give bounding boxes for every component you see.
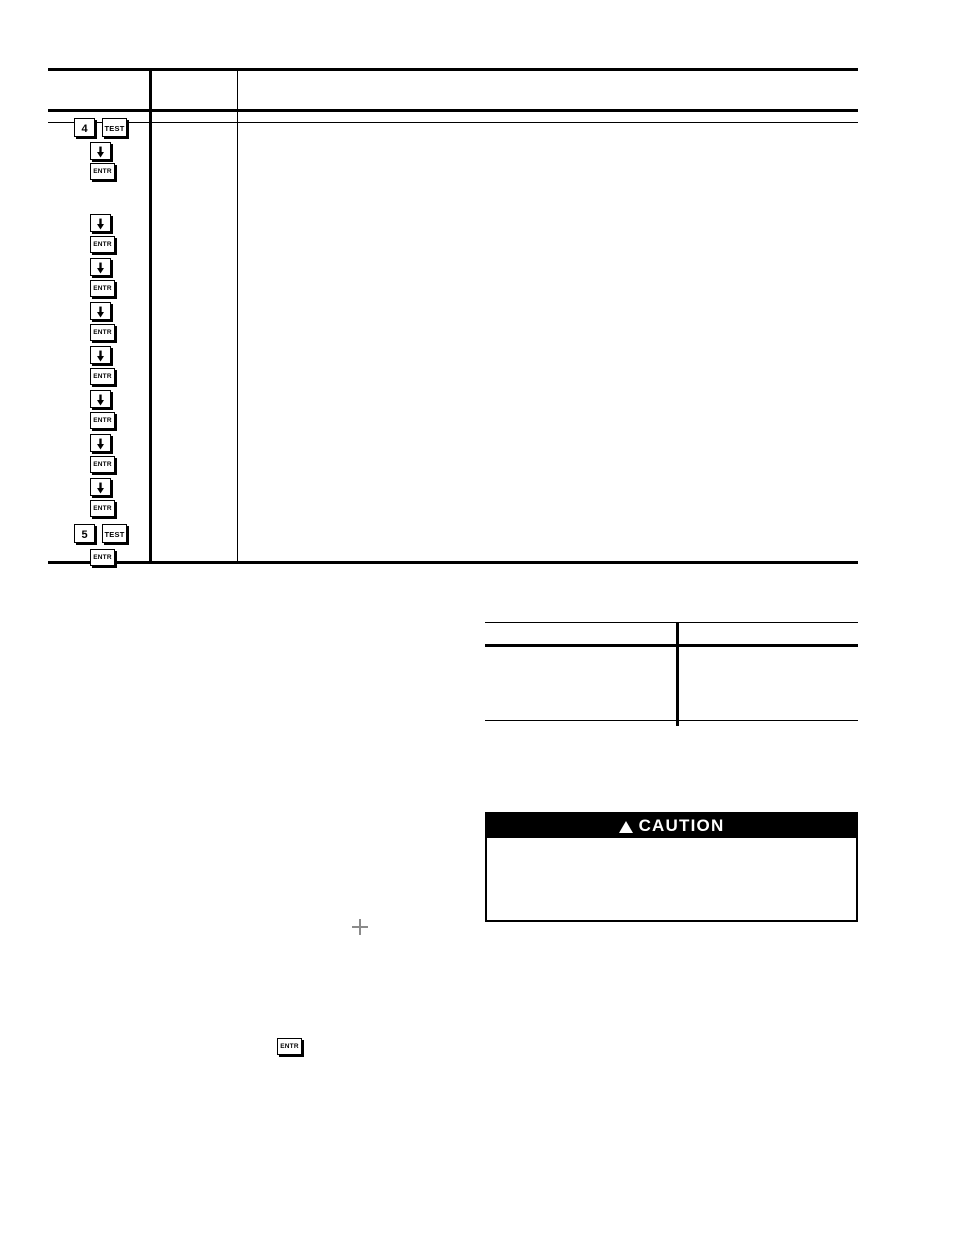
key-down-arrow-icon[interactable]: [90, 142, 111, 160]
keypress-row: ENTR: [68, 280, 178, 302]
keypress-sequence: 4 TEST ENTR ENTR ENTR ENTR ENTR ENTR ENT…: [68, 118, 178, 569]
keypress-row: [68, 142, 178, 163]
spec-table-header-separator: [485, 644, 858, 647]
spec-table-top-border: [485, 622, 858, 623]
keypress-row: ENTR: [68, 236, 178, 258]
spec-table-column-divider: [676, 622, 679, 726]
caution-header: CAUTION: [487, 814, 856, 838]
key-down-arrow-icon[interactable]: [90, 346, 111, 364]
keypress-row: [68, 214, 178, 236]
table-top-border: [48, 68, 858, 71]
key-entr-standalone[interactable]: ENTR: [277, 1038, 302, 1055]
spec-body-cell-col2: [681, 648, 854, 718]
keypress-row: 4 TEST: [68, 118, 178, 142]
key-entr[interactable]: ENTR: [90, 500, 115, 517]
key-down-arrow-icon[interactable]: [90, 434, 111, 452]
crosshair-registration-mark: [352, 919, 368, 935]
key-4[interactable]: 4: [74, 118, 95, 137]
header-cell-col3: [241, 72, 853, 107]
key-down-arrow-icon[interactable]: [90, 214, 111, 232]
key-entr[interactable]: ENTR: [90, 368, 115, 385]
key-down-arrow-icon[interactable]: [90, 390, 111, 408]
key-entr[interactable]: ENTR: [90, 412, 115, 429]
crosshair-vertical-bar: [359, 919, 361, 935]
key-entr[interactable]: ENTR: [90, 456, 115, 473]
key-entr[interactable]: ENTR: [90, 163, 115, 180]
keypress-row: [68, 258, 178, 280]
spec-header-cell-col1: [489, 625, 672, 642]
keypress-row: ENTR: [68, 163, 178, 184]
keypress-row: [68, 434, 178, 456]
keypress-row: ENTR: [68, 500, 178, 522]
key-entr[interactable]: ENTR: [90, 236, 115, 253]
key-down-arrow-icon[interactable]: [90, 478, 111, 496]
keypress-row: ENTR: [68, 547, 178, 569]
keypress-row: 5 TEST: [68, 522, 178, 547]
spec-table: [485, 620, 858, 726]
caution-body-text: [487, 838, 856, 920]
key-entr[interactable]: ENTR: [90, 324, 115, 341]
warning-triangle-icon: [618, 821, 633, 833]
keypress-row: ENTR: [68, 324, 178, 346]
keypress-row: [68, 302, 178, 324]
key-down-arrow-icon[interactable]: [90, 258, 111, 276]
keypress-row: [68, 478, 178, 500]
spec-header-cell-col2: [681, 625, 854, 642]
body-cell-col3: [241, 126, 853, 556]
table-column-divider-2: [237, 68, 238, 562]
spec-body-cell-col1: [489, 648, 672, 718]
keypress-row: ENTR: [68, 412, 178, 434]
caution-title: CAUTION: [638, 816, 725, 835]
key-test[interactable]: TEST: [102, 118, 127, 137]
key-test[interactable]: TEST: [102, 524, 127, 543]
keypress-row: [68, 346, 178, 368]
key-entr[interactable]: ENTR: [90, 549, 115, 566]
keypress-row: ENTR: [68, 456, 178, 478]
header-cell-col2: [153, 72, 233, 107]
caution-box: CAUTION: [485, 812, 858, 922]
keypress-row: ENTR: [68, 368, 178, 390]
spec-table-bottom-border: [485, 720, 858, 721]
procedure-table: 4 TEST ENTR ENTR ENTR ENTR ENTR ENTR ENT…: [48, 68, 858, 566]
key-entr[interactable]: ENTR: [90, 280, 115, 297]
keypress-row: [68, 390, 178, 412]
header-cell-col1: [50, 72, 146, 107]
key-5[interactable]: 5: [74, 524, 95, 543]
subheader-cell-col3: [241, 112, 853, 121]
key-down-arrow-icon[interactable]: [90, 302, 111, 320]
keypress-gap: [68, 184, 178, 214]
